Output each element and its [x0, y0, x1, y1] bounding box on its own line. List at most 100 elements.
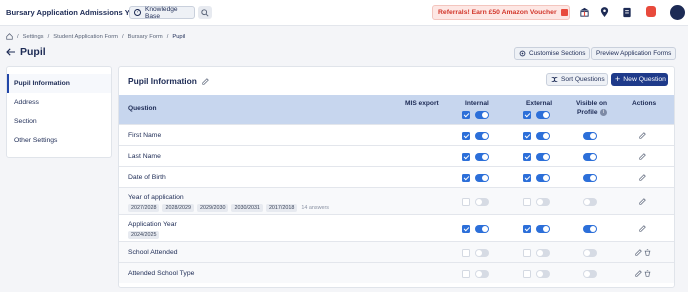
internal-checkbox[interactable]	[462, 174, 470, 182]
edit-icon[interactable]	[639, 153, 646, 160]
internal-checkbox[interactable]	[462, 270, 470, 278]
internal-toggle[interactable]	[475, 153, 489, 161]
external-toggle[interactable]	[536, 198, 550, 206]
questions-panel: Pupil Information Sort Questions + New Q…	[118, 66, 675, 288]
notes-icon[interactable]	[621, 7, 632, 18]
new-question-label: New Question	[623, 76, 666, 83]
sidebar-item-other-settings[interactable]: Other Settings	[7, 131, 111, 150]
visible-on-profile-toggle[interactable]	[583, 132, 597, 140]
table-row: Attended School Type	[119, 262, 674, 283]
col-visible-profile: Profile	[577, 109, 598, 116]
preview-application-forms-button[interactable]: Preview Application Forms	[591, 47, 677, 60]
user-avatar[interactable]	[670, 5, 685, 20]
preview-forms-label: Preview Application Forms	[596, 50, 672, 57]
edit-icon[interactable]	[639, 225, 646, 232]
delete-icon[interactable]	[644, 270, 651, 277]
panel-title-text: Pupil Information	[128, 76, 197, 86]
table-row: Last Name	[119, 145, 674, 166]
sidebar: Pupil Information Address Section Other …	[6, 66, 112, 158]
external-checkbox[interactable]	[523, 132, 531, 140]
location-pin-icon[interactable]	[599, 7, 610, 18]
referral-banner[interactable]: Referrals! Earn £50 Amazon Voucher	[432, 5, 570, 20]
visible-on-profile-toggle[interactable]	[583, 198, 597, 206]
external-toggle[interactable]	[536, 225, 550, 233]
visible-on-profile-toggle[interactable]	[583, 225, 597, 233]
external-checkbox[interactable]	[523, 174, 531, 182]
internal-toggle[interactable]	[475, 132, 489, 140]
table-row: School Attended	[119, 241, 674, 262]
edit-icon[interactable]	[635, 249, 642, 256]
external-checkbox[interactable]	[523, 270, 531, 278]
new-question-button[interactable]: + New Question	[611, 73, 668, 86]
internal-checkbox[interactable]	[462, 198, 470, 206]
breadcrumb-bursary-form[interactable]: Bursary Form	[128, 34, 163, 40]
edit-icon[interactable]	[639, 198, 646, 205]
notification-bell-icon[interactable]	[646, 6, 656, 17]
sidebar-item-address[interactable]: Address	[7, 93, 111, 112]
option-chip: 2017/2018	[265, 204, 298, 212]
sidebar-item-label: Address	[14, 99, 39, 106]
external-checkbox[interactable]	[523, 249, 531, 257]
customise-sections-button[interactable]: Customise Sections	[514, 47, 591, 60]
internal-all-toggle[interactable]	[475, 111, 489, 119]
edit-icon[interactable]	[202, 77, 209, 85]
internal-checkbox[interactable]	[462, 249, 470, 257]
col-question: Question	[128, 105, 157, 112]
external-toggle[interactable]	[536, 132, 550, 140]
delete-icon[interactable]	[644, 249, 651, 256]
edit-icon[interactable]	[635, 270, 642, 277]
internal-toggle[interactable]	[475, 249, 489, 257]
internal-checkbox[interactable]	[462, 153, 470, 161]
internal-all-checkbox[interactable]	[462, 111, 470, 119]
referral-text: Referrals! Earn £50 Amazon Voucher	[438, 9, 557, 16]
sidebar-item-pupil-information[interactable]: Pupil Information	[7, 74, 111, 93]
question-text: First Name	[128, 132, 162, 139]
internal-toggle[interactable]	[475, 225, 489, 233]
breadcrumb-settings[interactable]: Settings	[23, 34, 44, 40]
external-checkbox[interactable]	[523, 198, 531, 206]
question-text: Application Year	[128, 221, 177, 228]
internal-toggle[interactable]	[475, 270, 489, 278]
external-toggle[interactable]	[536, 249, 550, 257]
search-button[interactable]	[198, 6, 212, 19]
answers-count: 14 answers	[301, 205, 329, 211]
edit-icon[interactable]	[639, 132, 646, 139]
internal-toggle[interactable]	[475, 198, 489, 206]
external-all-checkbox[interactable]	[523, 111, 531, 119]
info-icon[interactable]: i	[600, 109, 607, 116]
knowledge-base-label: Knowledge Base	[144, 5, 178, 20]
school-icon[interactable]	[579, 7, 590, 18]
external-all-toggle[interactable]	[536, 111, 550, 119]
external-checkbox[interactable]	[523, 153, 531, 161]
table-header: Question MIS export Internal External Vi…	[119, 95, 674, 124]
visible-on-profile-toggle[interactable]	[583, 174, 597, 182]
internal-checkbox[interactable]	[462, 225, 470, 233]
external-toggle[interactable]	[536, 153, 550, 161]
breadcrumb-current: Pupil	[172, 33, 186, 40]
knowledge-base-button[interactable]: ? Knowledge Base	[129, 5, 195, 20]
page-title-text: Pupil	[20, 46, 46, 58]
internal-toggle[interactable]	[475, 174, 489, 182]
sidebar-item-section[interactable]: Section	[7, 112, 111, 131]
option-chips: 2024/2025	[128, 231, 160, 239]
breadcrumb-student-application-form[interactable]: Student Application Form	[53, 34, 118, 40]
gear-icon	[519, 50, 526, 57]
home-icon[interactable]	[6, 33, 13, 40]
visible-on-profile-toggle[interactable]	[583, 249, 597, 257]
option-chip: 2027/2028	[128, 204, 160, 212]
sort-questions-button[interactable]: Sort Questions	[546, 73, 608, 86]
app-switcher[interactable]: Bursary Application Admissions Y...▾	[6, 8, 140, 17]
internal-checkbox[interactable]	[462, 132, 470, 140]
visible-on-profile-toggle[interactable]	[583, 270, 597, 278]
table-row: First Name	[119, 124, 674, 145]
breadcrumb: / Settings / Student Application Form / …	[6, 33, 185, 40]
visible-on-profile-toggle[interactable]	[583, 153, 597, 161]
edit-icon[interactable]	[639, 174, 646, 181]
question-text: Last Name	[128, 153, 161, 160]
arrow-left-icon[interactable]	[6, 48, 16, 56]
external-toggle[interactable]	[536, 270, 550, 278]
sidebar-item-label: Section	[14, 118, 37, 125]
external-checkbox[interactable]	[523, 225, 531, 233]
question-text: Attended School Type	[128, 270, 195, 277]
external-toggle[interactable]	[536, 174, 550, 182]
